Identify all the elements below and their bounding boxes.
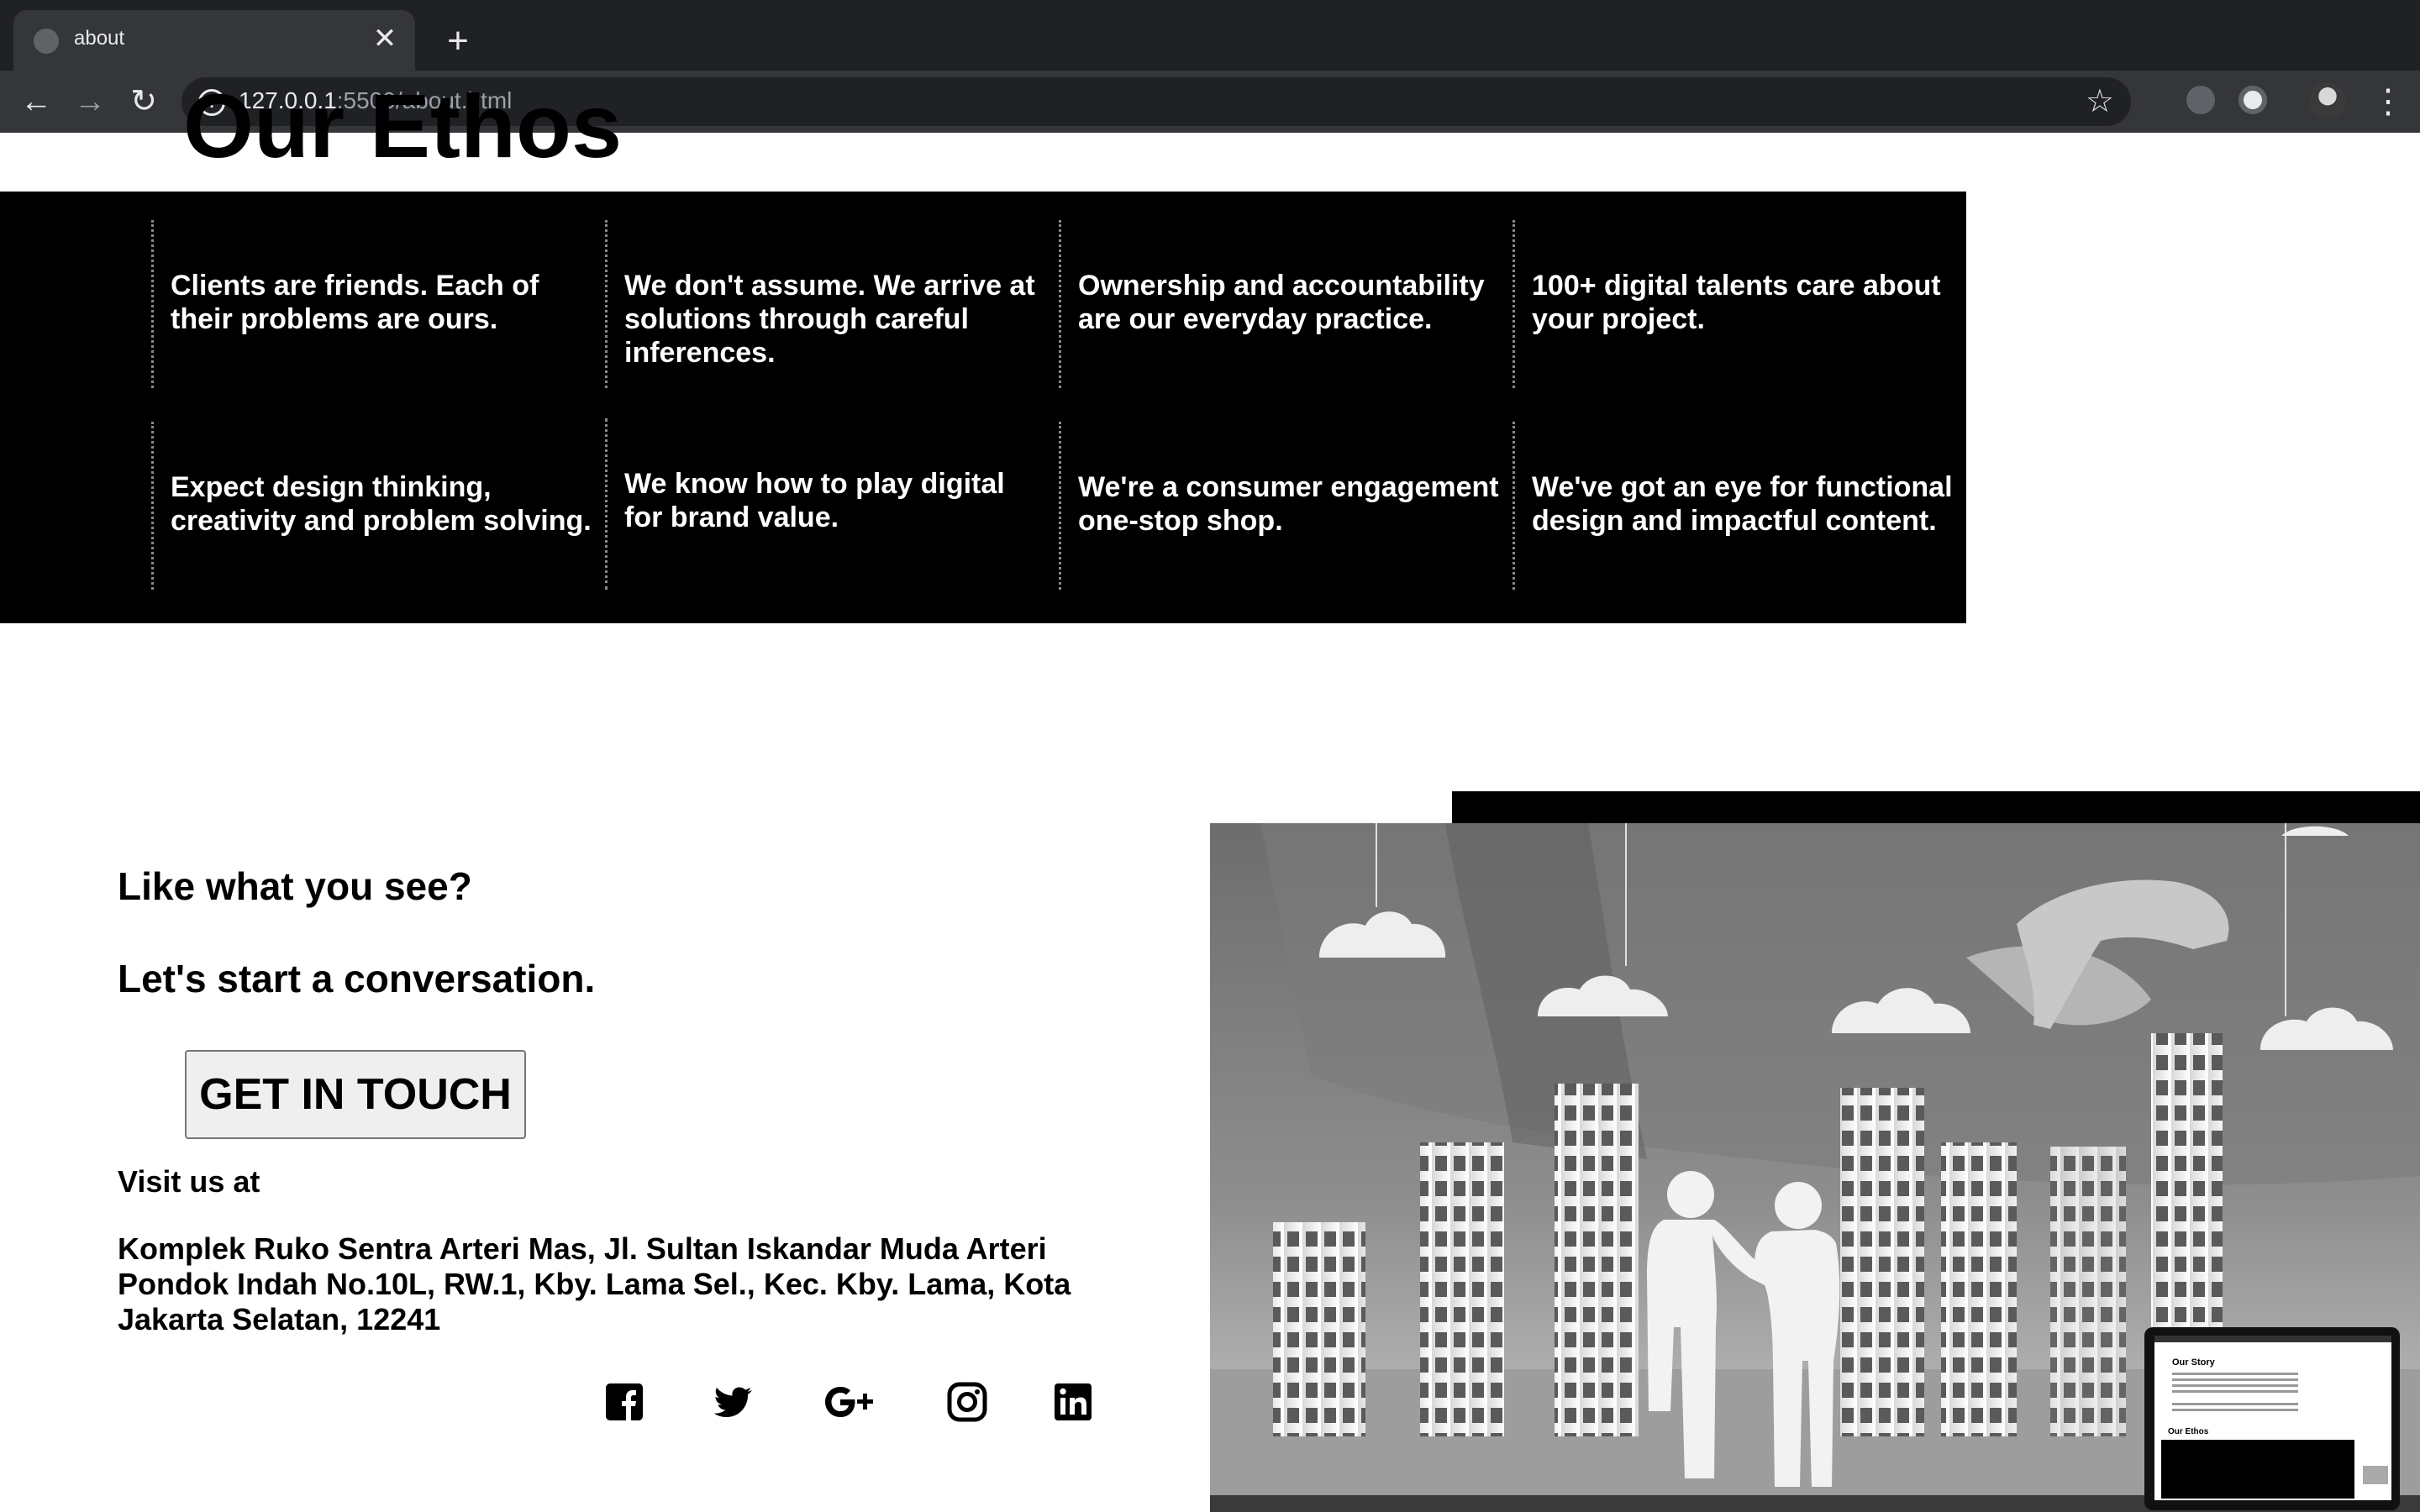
thumbnail-heading-ethos: Our Ethos: [2168, 1427, 2209, 1436]
globe-icon: [34, 29, 59, 54]
back-arrow-icon[interactable]: ←: [15, 81, 57, 123]
more-menu-icon[interactable]: ⋮: [2371, 81, 2405, 123]
ethos-item: We've got an eye for functional design a…: [1512, 422, 1958, 590]
thumbnail-heading-story: Our Story: [2172, 1357, 2216, 1368]
bookmark-star-icon[interactable]: ☆: [2086, 82, 2114, 120]
profile-avatar[interactable]: [2309, 82, 2346, 119]
ethos-item: 100+ digital talents care about your pro…: [1512, 220, 1958, 388]
instagram-icon[interactable]: [946, 1381, 988, 1423]
close-tab-icon[interactable]: ✕: [368, 22, 402, 55]
address-text: Komplek Ruko Sentra Arteri Mas, Jl. Sult…: [118, 1231, 1071, 1336]
forward-arrow-icon[interactable]: →: [69, 81, 111, 123]
ethos-item: We know how to play digital for brand va…: [605, 418, 1050, 590]
ethos-item: We don't assume. We arrive at solutions …: [605, 220, 1050, 388]
ethos-item: Clients are friends. Each of their probl…: [151, 220, 597, 388]
tab-title: about: [74, 27, 125, 50]
get-in-touch-button[interactable]: GET IN TOUCH: [185, 1050, 526, 1139]
reload-icon[interactable]: ↻: [123, 81, 165, 123]
ethos-heading: Our Ethos: [183, 92, 623, 160]
twitter-icon[interactable]: [713, 1381, 755, 1423]
ethos-item: Ownership and accountability are our eve…: [1059, 220, 1504, 388]
visit-label: Visit us at: [118, 1164, 260, 1199]
ethos-band: Clients are friends. Each of their probl…: [0, 192, 1966, 623]
ethos-item: Expect design thinking, creativity and p…: [151, 422, 597, 590]
google-plus-icon[interactable]: [823, 1381, 879, 1423]
extension-icon[interactable]: [2186, 86, 2215, 114]
ethos-item: We're a consumer engagement one-stop sho…: [1059, 422, 1504, 590]
browser-tab[interactable]: about ✕: [13, 10, 415, 71]
facebook-icon[interactable]: [603, 1381, 645, 1423]
extension-record-icon[interactable]: [2238, 86, 2267, 114]
linkedin-icon[interactable]: [1052, 1381, 1094, 1423]
browser-tab-bar: about ✕ +: [0, 0, 2420, 71]
cta-invitation: Let's start a conversation.: [118, 957, 596, 1000]
new-tab-button[interactable]: +: [437, 20, 479, 62]
cta-question: Like what you see?: [118, 864, 472, 908]
business-handshake-image: Our Story Our Ethos: [1210, 823, 2420, 1512]
image-shadow-bar: [1452, 791, 2420, 825]
